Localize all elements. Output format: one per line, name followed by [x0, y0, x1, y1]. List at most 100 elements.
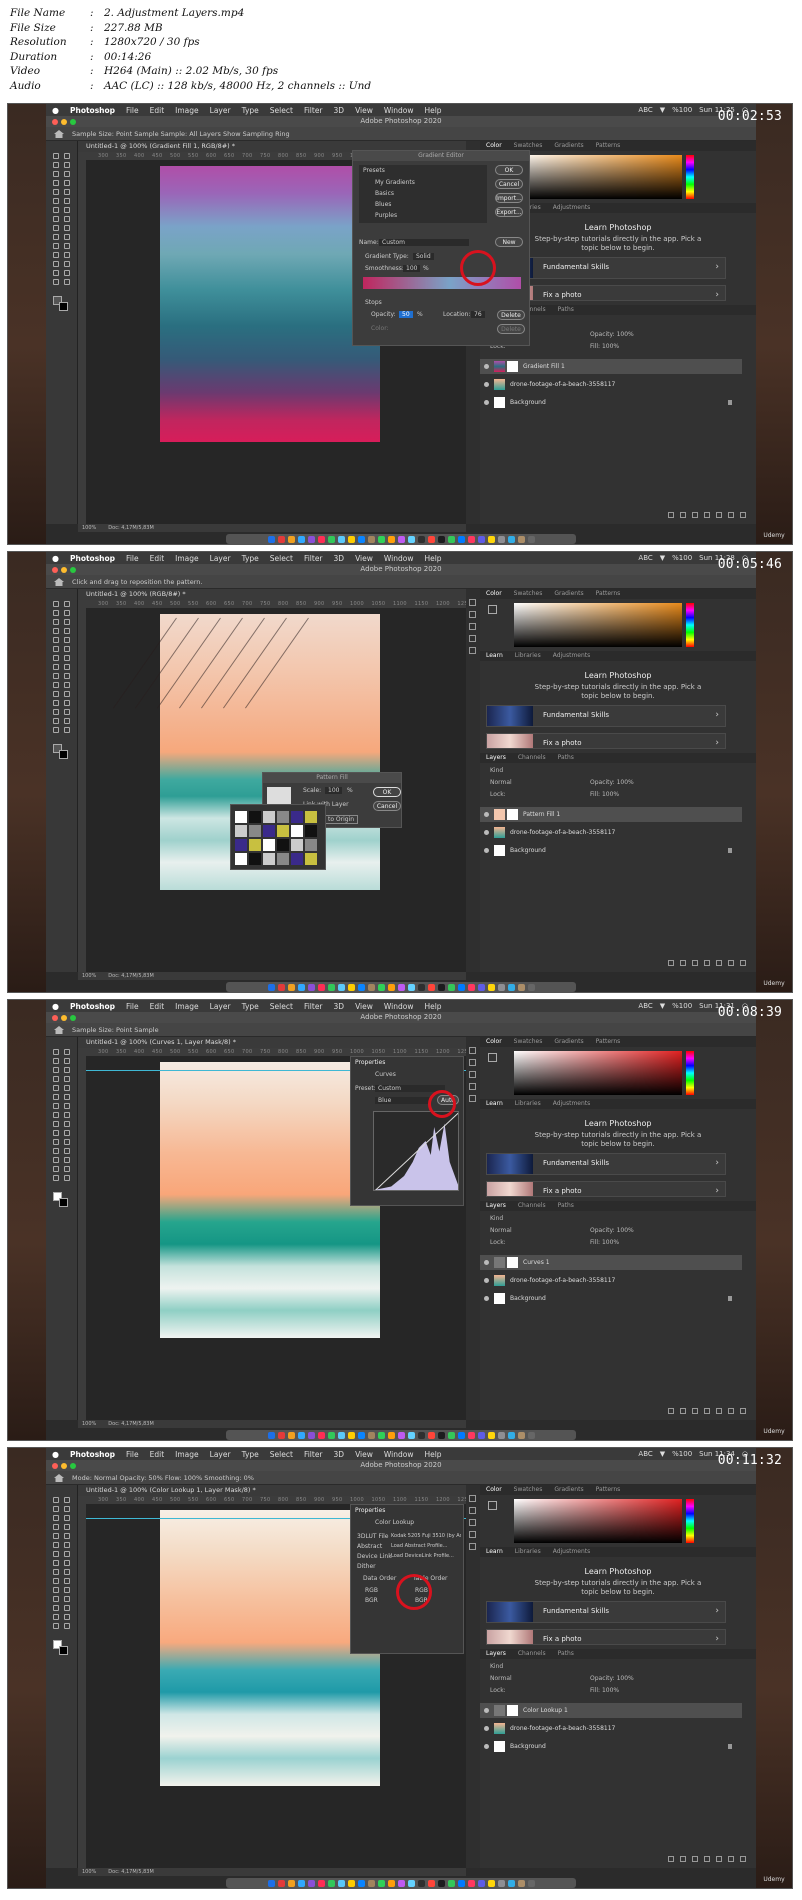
tab-adjustments[interactable]: Adjustments	[553, 1099, 591, 1109]
tab-adjustments[interactable]: Adjustments	[553, 1547, 591, 1557]
dock-app-icon[interactable]	[477, 535, 485, 543]
menu-item-help[interactable]: Help	[424, 1002, 441, 1011]
menu-item-help[interactable]: Help	[424, 1450, 441, 1459]
tool-icon[interactable]	[64, 1121, 70, 1127]
tool-icon[interactable]	[53, 1130, 59, 1136]
tool-options[interactable]: Sample Size: Point Sample Sample: All La…	[72, 130, 290, 138]
gradient-type-select[interactable]: Solid	[413, 253, 434, 260]
dock-app-icon[interactable]	[507, 535, 515, 543]
fill-field[interactable]: Fill: 100%	[590, 1239, 619, 1246]
panel-icon[interactable]	[469, 1519, 476, 1526]
layer-row-background[interactable]: Background	[480, 395, 742, 410]
tool-icon[interactable]	[53, 162, 59, 168]
dock-app-icon[interactable]	[267, 535, 275, 543]
layer-row-adjustment[interactable]: Curves 1	[480, 1255, 742, 1270]
delete-color-stop-button[interactable]: Delete	[497, 324, 525, 334]
tool-icon[interactable]	[64, 1076, 70, 1082]
dock-app-icon[interactable]	[417, 1431, 425, 1439]
close-button[interactable]	[52, 119, 58, 125]
dock-app-icon[interactable]	[287, 535, 295, 543]
dock-app-icon[interactable]	[517, 983, 525, 991]
menu-item-3d[interactable]: 3D	[334, 106, 345, 115]
layer-row-background[interactable]: Background	[480, 1291, 742, 1306]
dock-app-icon[interactable]	[347, 983, 355, 991]
dock-app-icon[interactable]	[327, 1431, 335, 1439]
pattern-preset[interactable]	[249, 825, 261, 837]
tool-icon[interactable]	[53, 261, 59, 267]
tool-icon[interactable]	[53, 279, 59, 285]
tool-icon[interactable]	[53, 1076, 59, 1082]
panel-icon[interactable]	[469, 1495, 476, 1502]
hue-slider[interactable]	[686, 1499, 694, 1543]
panel-fg-swatch[interactable]	[488, 1053, 497, 1062]
tool-icon[interactable]	[64, 1614, 70, 1620]
fill-field[interactable]: Fill: 100%	[590, 791, 619, 798]
layer-row-photo[interactable]: drone-footage-of-a-beach-3558117	[480, 377, 742, 392]
home-icon[interactable]	[54, 130, 64, 138]
layers-footer-icon[interactable]	[668, 1408, 674, 1414]
dock-app-icon[interactable]	[507, 983, 515, 991]
tool-icon[interactable]	[53, 1560, 59, 1566]
tool-icon[interactable]	[64, 619, 70, 625]
menu-item-3d[interactable]: 3D	[334, 1450, 345, 1459]
pattern-preset[interactable]	[291, 853, 303, 865]
apple-icon[interactable]: ●	[52, 554, 59, 563]
pattern-preset[interactable]	[263, 853, 275, 865]
tool-icon[interactable]	[64, 171, 70, 177]
dock-app-icon[interactable]	[497, 535, 505, 543]
tool-icon[interactable]	[53, 1148, 59, 1154]
tool-icon[interactable]	[53, 1157, 59, 1163]
dock-app-icon[interactable]	[347, 1879, 355, 1887]
visibility-eye-icon[interactable]	[484, 1744, 489, 1749]
tool-icon[interactable]	[64, 1515, 70, 1521]
abc-indicator[interactable]: ABC	[638, 554, 652, 562]
tool-icon[interactable]	[64, 180, 70, 186]
dock-app-icon[interactable]	[397, 1879, 405, 1887]
menu-item-select[interactable]: Select	[270, 106, 293, 115]
tool-icon[interactable]	[53, 682, 59, 688]
tool-icon[interactable]	[64, 1605, 70, 1611]
tool-options[interactable]: Mode: Normal Opacity: 50% Flow: 100% Smo…	[72, 1474, 254, 1482]
layer-filter-kind[interactable]: Kind	[490, 1663, 503, 1670]
fill-field[interactable]: Fill: 100%	[590, 1687, 619, 1694]
dock-app-icon[interactable]	[457, 1431, 465, 1439]
menu-item-type[interactable]: Type	[242, 554, 259, 563]
menu-item-filter[interactable]: Filter	[304, 1450, 323, 1459]
tool-icon[interactable]	[64, 189, 70, 195]
layers-footer-icon[interactable]	[668, 960, 674, 966]
layers-footer-icon[interactable]	[680, 1408, 686, 1414]
tool-icon[interactable]	[53, 664, 59, 670]
channel-select[interactable]: Blue	[375, 1097, 431, 1104]
menu-item-image[interactable]: Image	[175, 1002, 199, 1011]
blend-mode-select[interactable]: Normal	[490, 1675, 512, 1682]
hue-slider[interactable]	[686, 1051, 694, 1095]
tool-icon[interactable]	[64, 682, 70, 688]
tool-icon[interactable]	[53, 225, 59, 231]
tool-icon[interactable]	[53, 610, 59, 616]
tab-swatches[interactable]: Swatches	[514, 1485, 543, 1495]
home-icon[interactable]	[54, 1474, 64, 1482]
layers-footer-icon[interactable]	[668, 1856, 674, 1862]
layers-footer-icon[interactable]	[668, 512, 674, 518]
tool-icon[interactable]	[64, 261, 70, 267]
minimize-button[interactable]	[61, 567, 67, 573]
color-picker-field[interactable]	[514, 1499, 682, 1543]
tool-icon[interactable]	[53, 207, 59, 213]
dock-app-icon[interactable]	[527, 535, 535, 543]
layer-row-adjustment[interactable]: Color Lookup 1	[480, 1703, 742, 1718]
visibility-eye-icon[interactable]	[484, 1278, 489, 1283]
opacity-field[interactable]: Opacity: 100%	[590, 1227, 634, 1234]
layers-footer-icon[interactable]	[680, 1856, 686, 1862]
dock-app-icon[interactable]	[307, 535, 315, 543]
hue-slider[interactable]	[686, 603, 694, 647]
dock-app-icon[interactable]	[397, 535, 405, 543]
tab-layers[interactable]: Layers	[486, 753, 506, 763]
dock-app-icon[interactable]	[377, 535, 385, 543]
dock-app-icon[interactable]	[517, 1431, 525, 1439]
layers-footer-icon[interactable]	[740, 1408, 746, 1414]
layer-row-adjustment[interactable]: Gradient Fill 1	[480, 359, 742, 374]
pattern-preset[interactable]	[263, 811, 275, 823]
pattern-preset[interactable]	[277, 853, 289, 865]
tool-icon[interactable]	[53, 252, 59, 258]
dock-app-icon[interactable]	[377, 983, 385, 991]
